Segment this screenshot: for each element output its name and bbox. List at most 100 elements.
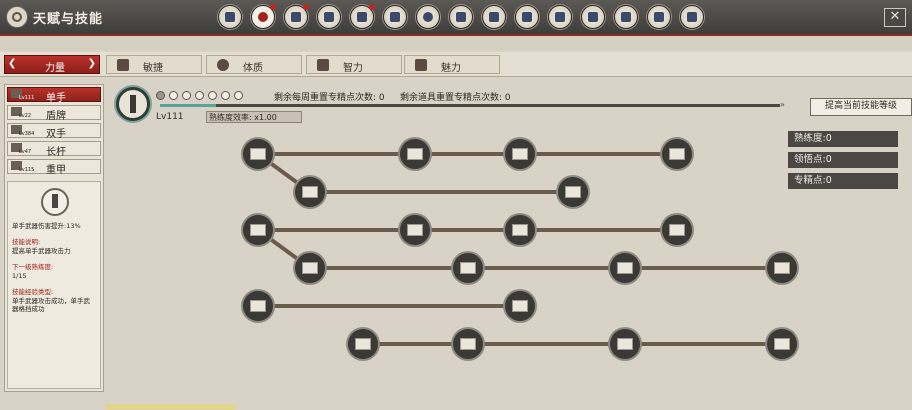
encyclopedia-icon[interactable] — [614, 5, 638, 29]
skill-progress-fill — [160, 104, 216, 107]
heart-icon — [217, 59, 229, 71]
talent-node[interactable] — [400, 215, 430, 245]
skill-detail-card: 单手武器伤害提升:13% 技能说明: 提高单手武器攻击力 下一级熟练度: 1/1… — [7, 181, 101, 389]
book-icon[interactable] — [548, 5, 572, 29]
upgrade-skill-button[interactable]: 提高当前技能等级 — [810, 98, 912, 116]
talent-node[interactable] — [243, 215, 273, 245]
skill-bonus: 单手武器伤害提升:13% — [12, 222, 81, 230]
weekly-reset-count: 剩余每周重置专精点次数: 0 — [274, 93, 385, 103]
exp-type-value: 单手武器攻击成功，单手武器格挡成功 — [12, 297, 90, 313]
talent-tree-links — [256, 152, 782, 346]
circle-icon — [195, 91, 204, 100]
skill-emblem-icon — [41, 188, 69, 216]
talent-node[interactable] — [505, 139, 535, 169]
skill-medal-icon — [116, 87, 150, 121]
skill-header: 剩余每周重置专精点次数: 0 剩余道具重置专精点次数: 0 » 提高当前技能等级… — [108, 84, 912, 124]
talent-node[interactable] — [662, 139, 692, 169]
talent-node[interactable] — [400, 139, 430, 169]
inventory-icon[interactable] — [350, 4, 375, 29]
desc-text: 提高单手武器攻击力 — [12, 247, 71, 255]
world-icon[interactable] — [449, 5, 473, 29]
talent-node[interactable] — [610, 329, 640, 359]
weapon-level: Lv384 — [19, 131, 35, 137]
skill-progress-bar — [160, 104, 780, 107]
proficiency-points: 熟练度:0 — [788, 131, 898, 147]
talent-node[interactable] — [662, 215, 692, 245]
weapon-level: Lv22 — [19, 113, 32, 119]
faction-icon[interactable] — [515, 5, 539, 29]
weapon-two-handed[interactable]: Lv384 双手 — [7, 123, 101, 140]
minus-icon[interactable] — [156, 91, 165, 100]
talent-skill-icon[interactable] — [251, 4, 276, 29]
talent-node[interactable] — [453, 253, 483, 283]
circle-icon — [182, 91, 191, 100]
item-reset-count: 剩余道具重置专精点次数: 0 — [400, 93, 511, 103]
next-level-title: 下一级熟练度: — [12, 263, 54, 271]
talent-node[interactable] — [243, 139, 273, 169]
title-bar: 天赋与技能 ✕ — [0, 0, 912, 36]
settings-icon[interactable] — [416, 5, 440, 29]
talent-node[interactable] — [558, 177, 588, 207]
scroll-icon[interactable] — [581, 5, 605, 29]
double-chevron-icon: » — [780, 100, 785, 109]
weapon-one-handed[interactable]: Lv111 单手 — [7, 87, 101, 104]
scholar-icon — [317, 59, 329, 71]
close-button[interactable]: ✕ — [884, 8, 906, 27]
window-title: 天赋与技能 — [33, 12, 104, 27]
tab-intelligence[interactable]: 智力 — [306, 55, 402, 74]
character-icon[interactable] — [218, 5, 242, 29]
talent-node[interactable] — [767, 329, 797, 359]
talent-node[interactable] — [505, 215, 535, 245]
tab-charisma[interactable]: 魅力 — [404, 55, 500, 74]
specialization-points: 专精点:0 — [788, 173, 898, 189]
chevron-left-icon: ❮ — [8, 58, 17, 69]
weapon-level: Lv115 — [19, 167, 35, 173]
circle-icon — [234, 91, 243, 100]
circle-icon — [221, 91, 230, 100]
talent-node[interactable] — [243, 291, 273, 321]
quest-icon[interactable] — [647, 5, 671, 29]
talent-node[interactable] — [767, 253, 797, 283]
map-icon[interactable] — [482, 5, 506, 29]
weapon-heavy-armor[interactable]: Lv115 重甲 — [7, 159, 101, 176]
attribute-tabs: ❮ 力量 ❯ 敏捷 体质 智力 魅力 — [0, 52, 912, 77]
weapon-shield[interactable]: Lv22 盾牌 — [7, 105, 101, 122]
weapon-label: 重甲 — [46, 165, 66, 176]
desc-title: 技能说明: — [12, 238, 41, 246]
weapon-label: 长杆 — [46, 147, 66, 158]
tab-constitution[interactable]: 体质 — [206, 55, 302, 74]
weapon-label: 双手 — [46, 129, 66, 140]
weapon-level: Lv111 — [19, 95, 35, 101]
skill-level: Lv111 — [156, 112, 184, 122]
talent-tree — [106, 126, 797, 404]
tab-label: 体质 — [243, 63, 263, 74]
circle-icon — [208, 91, 217, 100]
talent-node[interactable] — [505, 291, 535, 321]
tab-agility[interactable]: 敏捷 — [106, 55, 202, 74]
weapon-skill-panel: Lv111 单手 Lv22 盾牌 Lv384 双手 Lv47 长杆 Lv115 … — [4, 84, 104, 392]
insight-points: 领悟点:0 — [788, 152, 898, 168]
talent-node[interactable] — [610, 253, 640, 283]
charisma-icon — [415, 59, 427, 71]
tab-label: 智力 — [343, 63, 363, 74]
bottom-highlight-bar — [106, 404, 236, 410]
talent-node[interactable] — [348, 329, 378, 359]
tab-label: 敏捷 — [143, 63, 163, 74]
circle-icon — [169, 91, 178, 100]
talent-window-icon — [6, 6, 28, 28]
close-icon: ✕ — [889, 9, 901, 24]
tab-strength[interactable]: ❮ 力量 ❯ — [4, 55, 100, 74]
talent-node[interactable] — [453, 329, 483, 359]
next-level-value: 1/15 — [12, 272, 27, 280]
weapon-polearm[interactable]: Lv47 长杆 — [7, 141, 101, 158]
mount-icon[interactable] — [284, 4, 309, 29]
exp-type-title: 技能经验类型: — [12, 288, 54, 296]
party-icon[interactable] — [383, 5, 407, 29]
town-icon[interactable] — [680, 5, 704, 29]
notification-dot — [270, 4, 276, 10]
weapon-label: 盾牌 — [46, 111, 66, 122]
talent-node[interactable] — [295, 253, 325, 283]
header-divider — [0, 36, 912, 50]
talent-node[interactable] — [295, 177, 325, 207]
armor-icon[interactable] — [317, 5, 341, 29]
